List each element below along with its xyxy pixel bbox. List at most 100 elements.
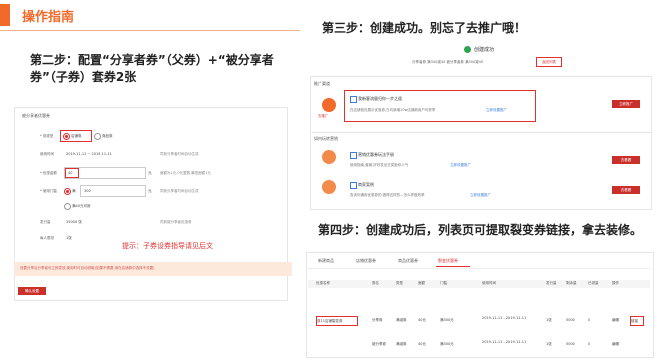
th-claimed: 已领量 <box>588 281 599 285</box>
promo-card-sub: 在店铺首页展示优惠券,日均新增10w店铺新用户可获享 <box>350 108 436 112</box>
promo-bubble-icon <box>322 98 336 112</box>
th-threshold: 门槛 <box>440 281 447 285</box>
table-cell: 2019-11-11 - 2019-11-11 <box>482 340 527 344</box>
promo-card-link[interactable]: 立即设置推广 <box>486 108 507 113</box>
field-label: 发行量 <box>40 220 51 224</box>
table-cell: 分享券 <box>372 318 383 322</box>
table-cell: 满减券 <box>396 318 407 322</box>
table-cell: 被分享券 <box>372 342 386 346</box>
th-remain: 剩余量 <box>566 281 577 285</box>
table-cell: 1张 <box>546 342 552 346</box>
guide-checkbox-icon <box>350 152 357 159</box>
field-label: 使用时间 <box>40 152 54 156</box>
threshold-input[interactable]: 300 <box>80 185 146 197</box>
radio-label: 满40元可用 <box>72 204 91 208</box>
tab-item-coupon[interactable]: 商品优惠券 <box>398 258 418 264</box>
threshold-value: 300 <box>84 189 91 193</box>
promo-bubble-label: 去推广 <box>318 114 329 118</box>
field-tip: 同到被分享者优惠券 <box>160 220 192 224</box>
coupon-type-highlight: 店铺券 <box>60 130 92 142</box>
marketing-panel <box>310 132 652 210</box>
guide-bubble-icon <box>322 150 336 164</box>
promote-button[interactable]: 立即推广 <box>612 100 640 108</box>
subcoupon-hint: 提示：子券设券指导请见后文 <box>122 242 213 250</box>
field-tip: 同到分享者时间自动生成 <box>160 152 199 156</box>
table-cell: 40元 <box>418 318 426 322</box>
amount-input[interactable]: 40 <box>64 167 146 179</box>
amount-value: 40 <box>68 171 73 175</box>
active-tab-underline <box>436 266 470 267</box>
radio-threshold-alt[interactable] <box>64 203 71 210</box>
table-cell: 满300元 <box>440 318 454 322</box>
guide-link[interactable]: 立即设置推广 <box>450 163 471 168</box>
radio-label: 店铺券 <box>71 134 82 138</box>
case-sub: 告诉你通用优惠券的,做得这样的...怎么样做效率 <box>350 193 425 197</box>
copy-link-button[interactable]: 链接 <box>630 316 644 326</box>
field-label: 每人限领 <box>40 236 54 240</box>
th-ops: 操作 <box>612 281 619 285</box>
promo-card-title: 我新客流量归你一步之遥 <box>358 96 402 101</box>
back-to-list-link[interactable]: 返回列表 <box>536 57 562 67</box>
table-cell: 2019-11-11 - 2019-11-11 <box>482 316 527 320</box>
table-cell: 40元 <box>418 342 426 346</box>
table-cell: 0 <box>588 318 591 322</box>
edit-link[interactable]: 编辑 <box>612 342 619 347</box>
case-bubble-icon <box>322 180 336 194</box>
th-qty: 发行量 <box>546 281 557 285</box>
case-title: 商家案例 <box>358 182 374 187</box>
promo-card-highlight <box>344 90 536 122</box>
use-time-value: 2019-11-11 ~ 2019-11-11 <box>66 152 112 156</box>
warning-text: 设置分享后分享者可立即发放,使用时可自动领取(如果不需要,请在店铺券中选择不设置… <box>20 266 155 270</box>
guide-button[interactable]: 去看看 <box>612 156 640 164</box>
success-summary: 分享者券 满300减40 被分享者券 满300减40 <box>412 60 484 64</box>
field-tip: 面额为1元,0元整数,最低面额1元 <box>160 171 211 175</box>
form-title: 被分享者优惠券 <box>22 113 50 118</box>
promo-checkbox-icon <box>350 96 357 103</box>
page-title: 操作指南 <box>22 10 75 25</box>
table-cell: 满300元 <box>440 342 454 346</box>
table-cell: 1张 <box>546 318 552 322</box>
radio-label: 满 <box>72 189 76 193</box>
radio-label: 商品券 <box>102 134 113 138</box>
tab-fission-coupon[interactable]: 裂变优惠券 <box>438 258 458 264</box>
case-button[interactable]: 去看看 <box>612 186 640 194</box>
table-cell: 5000 <box>566 318 575 322</box>
unit-label: 元 <box>148 189 152 193</box>
case-checkbox-icon <box>350 182 357 189</box>
step3-heading: 第三步：创建成功。别忘了去推广哦！ <box>322 21 527 35</box>
tab-new-item[interactable]: 新建商品 <box>318 258 334 264</box>
case-link[interactable]: 立即设置推广 <box>470 193 491 198</box>
edit-link[interactable]: 编辑 <box>612 318 619 323</box>
th-amount: 面额 <box>418 281 425 285</box>
confirm-button[interactable]: 确认设置 <box>18 287 46 295</box>
success-check-icon <box>464 46 471 53</box>
table-cell: 5000 <box>566 342 575 346</box>
promo-section-title: 推广渠道 <box>314 81 330 86</box>
guide-sub: 使用指南,营销,好好发出去奖励你人气 <box>350 163 409 167</box>
step4-heading: 第四步：创建成功后，列表页可提取裂变券链接，拿去装修。 <box>318 223 643 237</box>
th-type: 类型 <box>396 281 403 285</box>
table-cell: 0 <box>588 342 591 346</box>
th-time: 使用时间 <box>482 281 496 285</box>
coupon-name-cell: 双11店铺裂变券 <box>316 316 358 326</box>
field-label: * 优惠金额 <box>40 171 57 175</box>
th-coupon: 券名 <box>372 281 379 285</box>
th-name: 优惠名称 <box>316 281 330 285</box>
guide-title: 营销优惠券玩法手册 <box>358 152 394 157</box>
header-accent-bar <box>0 4 10 26</box>
marketing-section-title: 如何玩转营销 <box>314 136 338 141</box>
limit-value: 1张 <box>66 236 72 240</box>
radio-shop-coupon[interactable] <box>63 133 70 140</box>
header-divider <box>0 30 300 31</box>
field-tip: 同到分享者时间自动生成 <box>160 189 199 193</box>
success-title: 创建成功 <box>474 47 495 53</box>
field-label: * 使用门槛 <box>40 189 57 193</box>
table-cell: 满减券 <box>396 342 407 346</box>
step2-heading: 第二步：配置“分享者券”（父券）+“被分享者券”（子券）套券2张 <box>30 53 274 84</box>
radio-threshold[interactable] <box>64 188 71 195</box>
unit-label: 元 <box>148 171 152 175</box>
tab-shop-coupon[interactable]: 店铺优惠券 <box>356 258 376 264</box>
field-label: * 券类型 <box>40 134 54 138</box>
radio-item-coupon[interactable] <box>94 133 101 140</box>
tabs-divider <box>308 268 650 269</box>
